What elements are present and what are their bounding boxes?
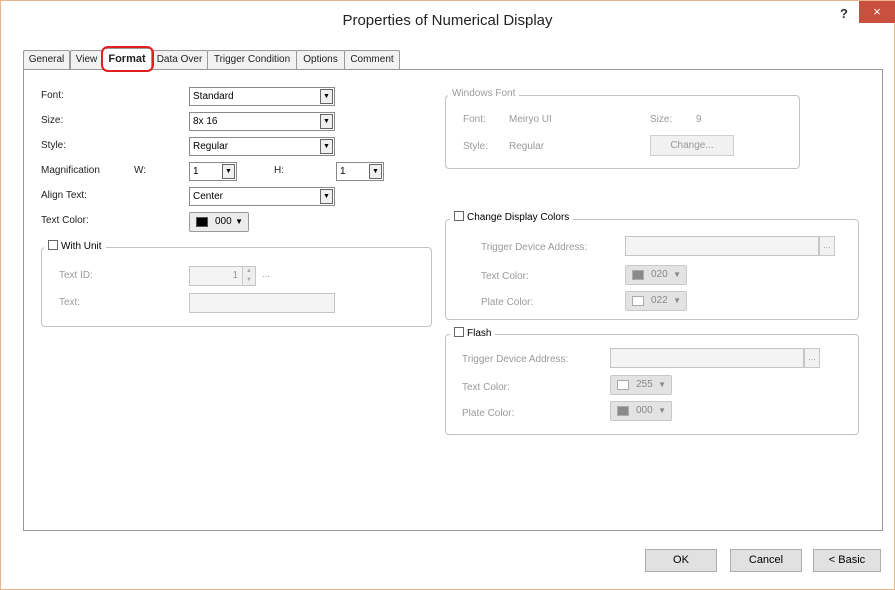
flash-checkbox[interactable]: Flash	[450, 327, 496, 339]
format-tab-highlight	[101, 46, 154, 72]
cancel-button[interactable]: Cancel	[730, 549, 802, 572]
align-text-label: Align Text:	[41, 190, 87, 201]
tab-options[interactable]: Options	[296, 50, 345, 69]
wf-style-label: Style:	[463, 141, 489, 152]
flash-plate-color-value: 000	[636, 405, 653, 416]
h-label: H:	[274, 165, 284, 176]
close-button[interactable]: ×	[859, 1, 895, 23]
with-unit-checkbox[interactable]: With Unit	[44, 240, 106, 252]
tab-data-over[interactable]: Data Over	[151, 50, 208, 69]
chevron-down-icon: ▼	[673, 270, 681, 279]
cdc-trigger-label: Trigger Device Address:	[481, 242, 588, 253]
flash-trigger-browse-button[interactable]: ...	[804, 348, 820, 368]
windows-font-title: Windows Font	[448, 88, 520, 99]
text-id-spinner[interactable]: ▲ ▼	[242, 266, 256, 286]
properties-dialog: Properties of Numerical Display ? × Gene…	[0, 0, 895, 590]
flash-plate-color-label: Plate Color:	[462, 408, 515, 419]
change-display-colors-checkbox[interactable]: Change Display Colors	[450, 211, 574, 223]
wf-font-value: Meiryo UI	[509, 114, 552, 125]
unit-text-input[interactable]	[189, 293, 335, 313]
h-select[interactable]: 1 ▼	[336, 162, 384, 181]
size-select[interactable]: 8x 16 ▼	[189, 112, 335, 131]
text-color-label: Text Color:	[41, 215, 89, 226]
unit-text-label: Text:	[59, 297, 81, 308]
cdc-trigger-input[interactable]	[625, 236, 819, 256]
basic-button[interactable]: < Basic	[813, 549, 881, 572]
flash-text-color-value: 255	[636, 379, 653, 390]
flash-trigger-input[interactable]	[610, 348, 804, 368]
cdc-text-color-label: Text Color:	[481, 271, 529, 282]
help-button[interactable]: ?	[831, 6, 857, 26]
tab-trigger-condition[interactable]: Trigger Condition	[207, 50, 297, 69]
with-unit-group	[41, 247, 432, 327]
tab-view[interactable]: View	[70, 50, 103, 69]
h-value: 1	[340, 166, 346, 177]
with-unit-label: With Unit	[61, 241, 102, 252]
tab-general[interactable]: General	[23, 50, 70, 69]
color-swatch	[632, 270, 644, 280]
text-id-input[interactable]: 1	[189, 266, 243, 286]
chevron-down-icon: ▼	[320, 139, 333, 154]
flash-text-color-label: Text Color:	[462, 382, 510, 393]
font-select[interactable]: Standard ▼	[189, 87, 335, 106]
cdc-plate-color-picker[interactable]: 022 ▼	[625, 291, 687, 311]
style-value: Regular	[193, 141, 229, 152]
color-swatch	[196, 217, 208, 227]
align-text-value: Center	[193, 191, 224, 202]
chevron-down-icon: ▼	[658, 406, 666, 415]
chevron-down-icon: ▼	[369, 164, 382, 179]
w-label: W:	[134, 165, 147, 176]
cdc-text-color-picker[interactable]: 020 ▼	[625, 265, 687, 285]
w-select[interactable]: 1 ▼	[189, 162, 237, 181]
style-label: Style:	[41, 140, 67, 151]
chevron-down-icon: ▼	[673, 296, 681, 305]
change-display-colors-label: Change Display Colors	[467, 212, 570, 223]
flash-plate-color-picker[interactable]: 000 ▼	[610, 401, 672, 421]
magnification-label: Magnification	[41, 165, 100, 176]
cdc-plate-color-value: 022	[651, 295, 668, 306]
window-title: Properties of Numerical Display	[342, 12, 553, 29]
cdc-trigger-browse-button[interactable]: ...	[819, 236, 835, 256]
change-font-button[interactable]: Change...	[650, 135, 734, 156]
flash-trigger-label: Trigger Device Address:	[462, 354, 569, 365]
title-bar: Properties of Numerical Display ? ×	[1, 1, 895, 41]
wf-font-label: Font:	[463, 114, 486, 125]
text-color-picker[interactable]: 000 ▼	[189, 212, 249, 232]
cdc-text-color-value: 020	[651, 269, 668, 280]
style-select[interactable]: Regular ▼	[189, 137, 335, 156]
text-color-value: 000	[215, 216, 232, 227]
checkbox-icon	[454, 327, 464, 337]
chevron-down-icon: ▼	[320, 89, 333, 104]
color-swatch	[617, 380, 629, 390]
color-swatch	[632, 296, 644, 306]
color-swatch	[617, 406, 629, 416]
text-id-label: Text ID:	[59, 270, 93, 281]
cdc-plate-color-label: Plate Color:	[481, 297, 534, 308]
wf-size-label: Size:	[650, 114, 673, 125]
tab-comment[interactable]: Comment	[344, 50, 400, 69]
w-value: 1	[193, 166, 199, 177]
chevron-down-icon: ▼	[320, 114, 333, 129]
format-panel: Font: Standard ▼ Size: 8x 16 ▼ Style: Regu…	[23, 69, 883, 531]
chevron-down-icon: ▼	[658, 380, 666, 389]
flash-text-color-picker[interactable]: 255 ▼	[610, 375, 672, 395]
size-label: Size:	[41, 115, 64, 126]
wf-style-value: Regular	[509, 141, 545, 152]
chevron-down-icon: ▼	[222, 164, 235, 179]
font-label: Font:	[41, 90, 64, 101]
wf-size-value: 9	[696, 114, 702, 125]
font-value: Standard	[193, 91, 234, 102]
text-id-browse-button[interactable]: ...	[258, 266, 274, 286]
windows-font-group	[445, 95, 800, 169]
ok-button[interactable]: OK	[645, 549, 717, 572]
size-value: 8x 16	[193, 116, 218, 127]
chevron-down-icon: ▼	[320, 189, 333, 204]
align-text-select[interactable]: Center ▼	[189, 187, 335, 206]
flash-label: Flash	[467, 328, 492, 339]
chevron-down-icon: ▼	[235, 217, 243, 226]
checkbox-icon	[48, 240, 58, 250]
checkbox-icon	[454, 211, 464, 221]
